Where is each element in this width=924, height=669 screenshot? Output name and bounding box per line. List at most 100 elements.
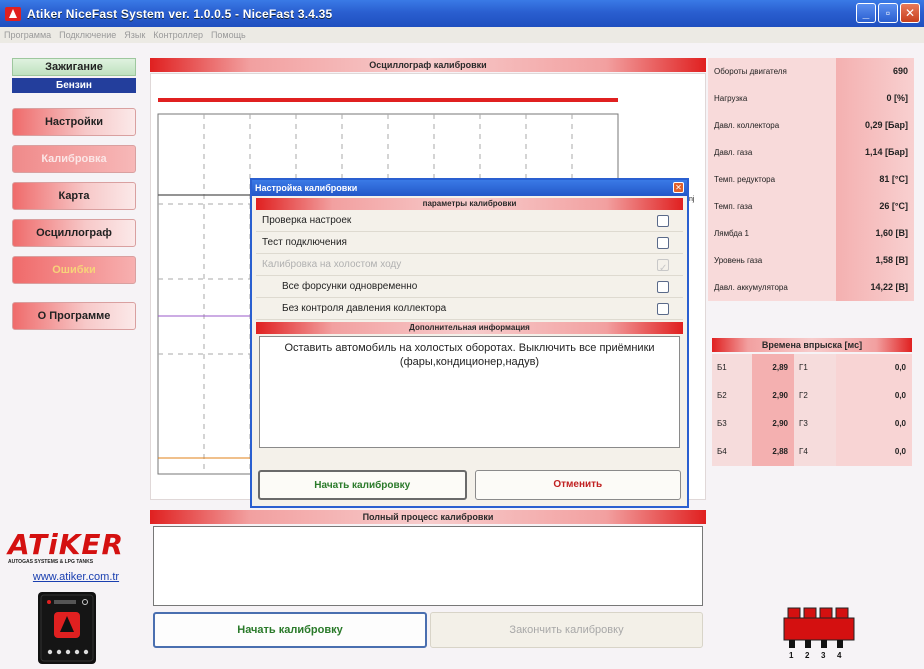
- sensor-value: 1,58 [В]: [836, 247, 914, 274]
- brand-block: ATiKER AUTOGAS SYSTEMS & LPG TANKS www.a…: [8, 528, 144, 583]
- sensor-value: 26 [°C]: [836, 193, 914, 220]
- injector-number: 1: [789, 651, 794, 660]
- checkbox[interactable]: [657, 237, 669, 249]
- menu-help[interactable]: Помощь: [211, 30, 246, 40]
- injection-times-title: Времена впрыска [мс]: [712, 338, 912, 352]
- injection-row: Б4 2,88 Г4 0,0: [712, 438, 912, 466]
- sensor-row: Нагрузка 0 [%]: [708, 85, 914, 112]
- close-button[interactable]: ✕: [900, 3, 920, 23]
- sensor-label: Уровень газа: [708, 247, 836, 274]
- petrol-time: 2,90: [752, 410, 794, 438]
- about-button[interactable]: О Программе: [12, 302, 136, 330]
- gas-time: 0,0: [836, 410, 912, 438]
- menu-connection[interactable]: Подключение: [59, 30, 116, 40]
- settings-button[interactable]: Настройки: [12, 108, 136, 136]
- gas-time: 0,0: [836, 438, 912, 466]
- dialog-title-bar: Настройка калибровки ✕: [252, 180, 687, 196]
- dialog-close-icon[interactable]: ✕: [673, 182, 684, 193]
- injector-number: 3: [821, 651, 826, 660]
- checkbox[interactable]: [657, 281, 669, 293]
- app-window: Atiker NiceFast System ver. 1.0.0.5 - Ni…: [0, 0, 924, 669]
- gas-injector-label: Г3: [794, 410, 836, 438]
- title-bar: Atiker NiceFast System ver. 1.0.0.5 - Ni…: [0, 0, 924, 27]
- option-label: Все форсунки одновременно: [282, 281, 418, 292]
- start-calibration-button[interactable]: Начать калибровку: [153, 612, 427, 648]
- sensor-value: 0,29 [Бар]: [836, 112, 914, 139]
- sensor-row: Темп. газа 26 [°C]: [708, 193, 914, 220]
- sensor-label: Обороты двигателя: [708, 58, 836, 85]
- option-check-settings[interactable]: Проверка настроек: [256, 210, 683, 232]
- info-header: Дополнительная информация: [256, 322, 683, 334]
- dialog-buttons: Начать калибровку Отменить: [258, 470, 681, 500]
- sensor-row: Давл. газа 1,14 [Бар]: [708, 139, 914, 166]
- sensor-value: 690: [836, 58, 914, 85]
- info-text: Оставить автомобиль на холостых оборотах…: [259, 336, 680, 448]
- gas-time: 0,0: [836, 354, 912, 382]
- sensor-label: Нагрузка: [708, 85, 836, 112]
- calibration-settings-dialog: Настройка калибровки ✕ параметры калибро…: [250, 178, 689, 508]
- petrol-time: 2,88: [752, 438, 794, 466]
- injection-row: Б2 2,90 Г2 0,0: [712, 382, 912, 410]
- injector-number: 2: [805, 651, 810, 660]
- finish-calibration-button[interactable]: Закончить калибровку: [430, 612, 703, 648]
- sensor-row: Давл. коллектора 0,29 [Бар]: [708, 112, 914, 139]
- option-label: Без контроля давления коллектора: [282, 303, 447, 314]
- process-log: [153, 526, 703, 606]
- atiker-logo: ATiKER: [8, 528, 125, 561]
- dialog-title: Настройка калибровки: [255, 183, 358, 193]
- window-title: Atiker NiceFast System ver. 1.0.0.5 - Ni…: [27, 6, 333, 21]
- gas-injector-label: Г2: [794, 382, 836, 410]
- injector-number: 4: [837, 651, 842, 660]
- dialog-start-button[interactable]: Начать калибровку: [258, 470, 467, 500]
- sensor-value: 1,60 [В]: [836, 220, 914, 247]
- menu-program[interactable]: Программа: [4, 30, 51, 40]
- map-button[interactable]: Карта: [12, 182, 136, 210]
- sensor-row: Давл. аккумулятора 14,22 [В]: [708, 274, 914, 301]
- full-process-title: Полный процесс калибровки: [150, 510, 706, 524]
- injector-label: Б3: [712, 410, 752, 438]
- sensor-row: Лямбда 1 1,60 [В]: [708, 220, 914, 247]
- sensor-label: Темп. газа: [708, 193, 836, 220]
- oscillograph-button[interactable]: Осциллограф: [12, 219, 136, 247]
- oscillograph-title: Осциллограф калибровки: [150, 58, 706, 72]
- petrol-time: 2,89: [752, 354, 794, 382]
- option-label: Калибровка на холостом ходу: [262, 259, 402, 270]
- injection-table: Б1 2,89 Г1 0,0 Б2 2,90 Г2 0,0 Б3 2,90 Г3…: [712, 354, 912, 466]
- sensor-label: Давл. аккумулятора: [708, 274, 836, 301]
- controller-device-image: [38, 592, 96, 664]
- option-idle-calibration: Калибровка на холостом ходу ✓: [256, 254, 683, 276]
- maximize-button[interactable]: ▫: [878, 3, 898, 23]
- option-label: Проверка настроек: [262, 215, 352, 226]
- sensor-label: Лямбда 1: [708, 220, 836, 247]
- fuel-indicator: Бензин: [12, 78, 136, 93]
- option-connection-test[interactable]: Тест подключения: [256, 232, 683, 254]
- left-navigation: Зажигание Бензин Настройки Калибровка Ка…: [12, 58, 136, 330]
- checkbox[interactable]: [657, 303, 669, 315]
- params-header: параметры калибровки: [256, 198, 683, 210]
- dialog-cancel-button[interactable]: Отменить: [474, 470, 681, 500]
- injector-label: Б2: [712, 382, 752, 410]
- injector-label: Б4: [712, 438, 752, 466]
- sensor-value: 1,14 [Бар]: [836, 139, 914, 166]
- app-logo-icon: [4, 5, 22, 23]
- injector-rail-icon: 1 2 3 4: [780, 604, 862, 662]
- sensor-value: 0 [%]: [836, 85, 914, 112]
- sensor-row: Уровень газа 1,58 [В]: [708, 247, 914, 274]
- sensor-label: Давл. газа: [708, 139, 836, 166]
- sensor-row: Темп. редуктора 81 [°C]: [708, 166, 914, 193]
- gas-time: 0,0: [836, 382, 912, 410]
- option-label: Тест подключения: [262, 237, 347, 248]
- website-link[interactable]: www.atiker.com.tr: [8, 571, 144, 583]
- checkbox[interactable]: [657, 215, 669, 227]
- option-no-map-control[interactable]: Без контроля давления коллектора: [256, 298, 683, 320]
- sensor-row: Обороты двигателя 690: [708, 58, 914, 85]
- option-all-injectors[interactable]: Все форсунки одновременно: [256, 276, 683, 298]
- gas-injector-label: Г1: [794, 354, 836, 382]
- calibration-button[interactable]: Калибровка: [12, 145, 136, 173]
- sensor-table: Обороты двигателя 690 Нагрузка 0 [%] Давл.…: [708, 58, 914, 301]
- menu-controller[interactable]: Контроллер: [153, 30, 203, 40]
- menu-language[interactable]: Язык: [124, 30, 145, 40]
- errors-button[interactable]: Ошибки: [12, 256, 136, 284]
- ignition-header[interactable]: Зажигание: [12, 58, 136, 76]
- minimize-button[interactable]: _: [856, 3, 876, 23]
